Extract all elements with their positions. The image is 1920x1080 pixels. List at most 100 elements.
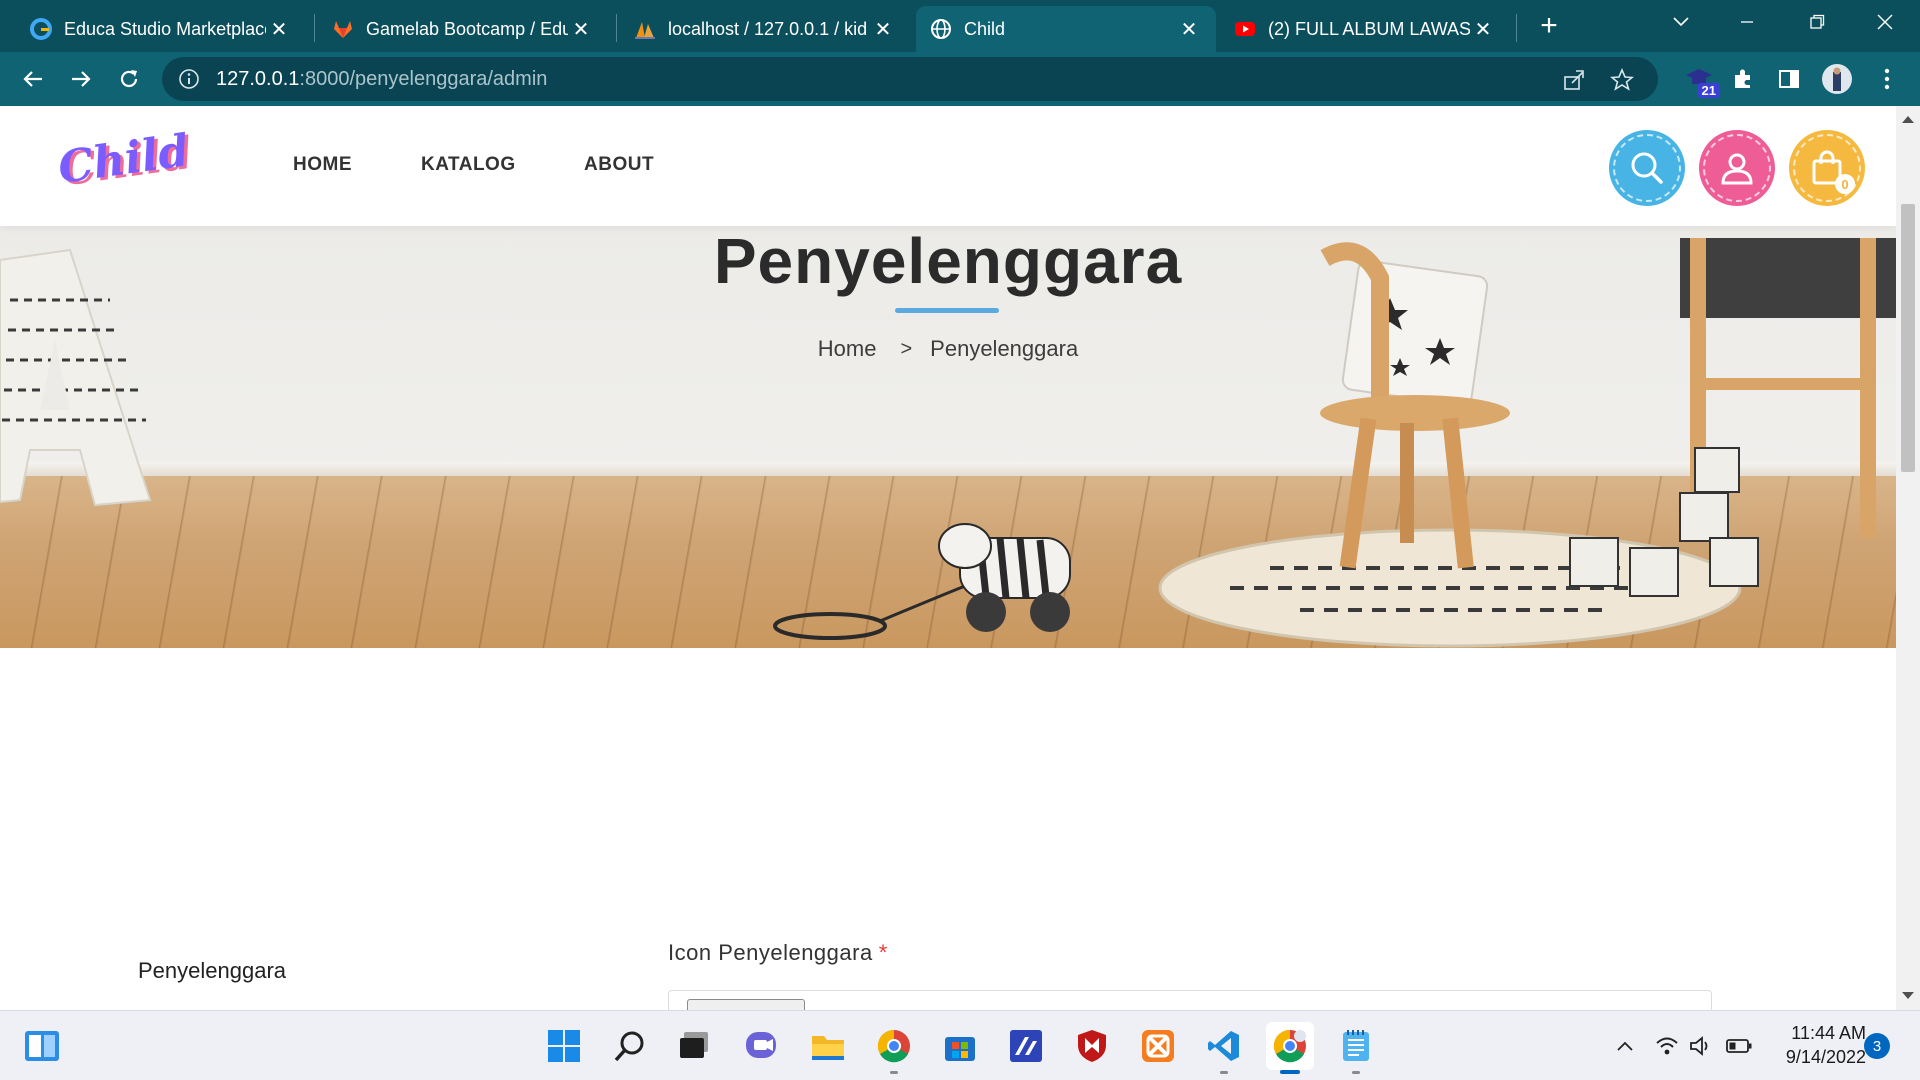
- icon-field-label: Icon Penyelenggara *: [668, 940, 888, 966]
- close-icon[interactable]: ✕: [266, 16, 292, 42]
- page-hero-banner: Penyelenggara Home > Penyelenggara: [0, 226, 1896, 648]
- url-host: 127.0.0.1: [216, 67, 300, 90]
- close-icon[interactable]: ✕: [568, 16, 594, 42]
- choose-file-button[interactable]: [687, 999, 805, 1010]
- side-panel-button[interactable]: [1770, 60, 1808, 98]
- phpmyadmin-sail-icon: [635, 22, 655, 39]
- battery-button[interactable]: [1726, 1033, 1752, 1059]
- close-icon[interactable]: ✕: [870, 16, 896, 42]
- forward-button[interactable]: [62, 60, 100, 98]
- chrome-icon: [1273, 1029, 1306, 1063]
- url-text[interactable]: 127.0.0.1:8000/penyelenggara/admin: [216, 68, 547, 91]
- educa-g-icon: [30, 18, 52, 40]
- minimize-icon: [1741, 21, 1753, 23]
- puzzle-icon: [1735, 69, 1750, 88]
- info-icon[interactable]: [178, 68, 200, 90]
- icon-file-field[interactable]: [668, 990, 1712, 1010]
- close-icon[interactable]: ✕: [1176, 16, 1202, 42]
- search-button[interactable]: [1609, 130, 1685, 206]
- address-bar[interactable]: 127.0.0.1:8000/penyelenggara/admin: [162, 57, 1658, 101]
- store-button[interactable]: [936, 1022, 984, 1070]
- account-button[interactable]: [1699, 130, 1775, 206]
- search-icon: [1631, 152, 1663, 184]
- wifi-button[interactable]: [1654, 1033, 1680, 1059]
- tab-gitlab[interactable]: Gamelab Bootcamp / Edu ✕: [318, 6, 608, 52]
- widgets-button[interactable]: [18, 1022, 66, 1070]
- xampp-icon: [1142, 1030, 1174, 1062]
- more-vertical-icon: [1884, 68, 1890, 90]
- restore-icon: [1810, 14, 1825, 29]
- show-hidden-icons-button[interactable]: [1612, 1033, 1638, 1059]
- page-scrollbar[interactable]: [1896, 106, 1920, 1010]
- tab-divider: [616, 14, 617, 42]
- cart-button[interactable]: 0: [1789, 130, 1865, 206]
- notepad-button[interactable]: [1332, 1022, 1380, 1074]
- task-view-button[interactable]: [670, 1022, 718, 1070]
- chrome-button[interactable]: [870, 1022, 918, 1074]
- required-marker: *: [878, 940, 888, 965]
- search-button[interactable]: [606, 1022, 654, 1070]
- star-icon[interactable]: [1610, 68, 1634, 92]
- minimize-button[interactable]: [1712, 0, 1782, 44]
- start-button[interactable]: [540, 1022, 588, 1070]
- tab-phpmyadmin[interactable]: localhost / 127.0.0.1 / kid ✕: [620, 6, 910, 52]
- youtube-icon: [1235, 22, 1255, 36]
- extensions-button[interactable]: [1724, 60, 1762, 98]
- extension-badge: 21: [1697, 83, 1720, 98]
- breadcrumb-home-link[interactable]: Home: [818, 336, 877, 362]
- store-bag-icon: [945, 1037, 975, 1061]
- speaker-icon: [1690, 1036, 1708, 1056]
- site-header: Child HOME KATALOG ABOUT 0: [0, 106, 1896, 226]
- notepad-icon: [1343, 1030, 1369, 1061]
- tab-child-active[interactable]: Child ✕: [916, 6, 1216, 52]
- new-tab-button[interactable]: +: [1514, 4, 1584, 48]
- url-path: :8000/penyelenggara/admin: [299, 67, 548, 90]
- profile-button[interactable]: [1818, 60, 1856, 98]
- xampp-button[interactable]: [1134, 1022, 1182, 1070]
- share-icon[interactable]: [1562, 68, 1586, 92]
- nav-link-katalog[interactable]: KATALOG: [421, 154, 516, 176]
- widgets-icon: [25, 1031, 59, 1061]
- code-app-icon: [1010, 1030, 1042, 1062]
- wifi-icon: [1656, 1037, 1678, 1055]
- nav-link-about[interactable]: ABOUT: [584, 154, 654, 176]
- nav-link-home[interactable]: HOME: [293, 154, 352, 176]
- arrow-right-icon: [72, 71, 91, 87]
- file-explorer-button[interactable]: [804, 1022, 852, 1070]
- app-button-blue[interactable]: [1002, 1022, 1050, 1070]
- chevron-up-icon: [1617, 1041, 1633, 1051]
- site-logo[interactable]: Child: [55, 125, 192, 194]
- reload-button[interactable]: [110, 60, 148, 98]
- title-underline: [895, 308, 999, 313]
- tab-educa[interactable]: Educa Studio Marketplace ✕: [16, 6, 306, 52]
- gitlab-fox-icon: [334, 21, 352, 38]
- close-window-button[interactable]: [1850, 0, 1920, 44]
- tab-search-button[interactable]: [1646, 0, 1716, 44]
- close-icon[interactable]: ✕: [1470, 16, 1496, 42]
- chrome-profile-button[interactable]: [1266, 1022, 1314, 1074]
- chrome-icon: [877, 1029, 910, 1063]
- icon-field-label-text: Icon Penyelenggara: [668, 940, 873, 965]
- side-panel-icon: [1779, 70, 1799, 88]
- clock-time: 11:44 AM: [1791, 1023, 1866, 1043]
- scroll-up-arrow-icon[interactable]: [1902, 116, 1914, 123]
- tab-youtube[interactable]: (2) FULL ALBUM LAWAS N ✕: [1220, 6, 1510, 52]
- reload-icon: [120, 70, 138, 88]
- menu-button[interactable]: [1868, 60, 1906, 98]
- volume-button[interactable]: [1688, 1033, 1714, 1059]
- vscode-button[interactable]: [1200, 1022, 1248, 1074]
- zebra-toy-decoration: [773, 523, 1071, 640]
- restore-button[interactable]: [1782, 0, 1852, 44]
- browser-toolbar: 127.0.0.1:8000/penyelenggara/admin 21: [0, 52, 1920, 106]
- scroll-down-arrow-icon[interactable]: [1902, 992, 1914, 999]
- extension-button[interactable]: 21: [1680, 60, 1720, 98]
- mcafee-button[interactable]: [1068, 1022, 1116, 1070]
- back-button[interactable]: [14, 60, 52, 98]
- system-clock[interactable]: 11:44 AM 9/14/2022: [1770, 1021, 1866, 1069]
- task-view-icon: [680, 1032, 708, 1058]
- notification-badge[interactable]: 3: [1864, 1033, 1890, 1059]
- scrollbar-thumb[interactable]: [1901, 204, 1915, 472]
- arrow-left-icon: [23, 71, 42, 87]
- nursery-furniture-decoration: [1158, 238, 1896, 648]
- teams-chat-button[interactable]: [738, 1022, 786, 1070]
